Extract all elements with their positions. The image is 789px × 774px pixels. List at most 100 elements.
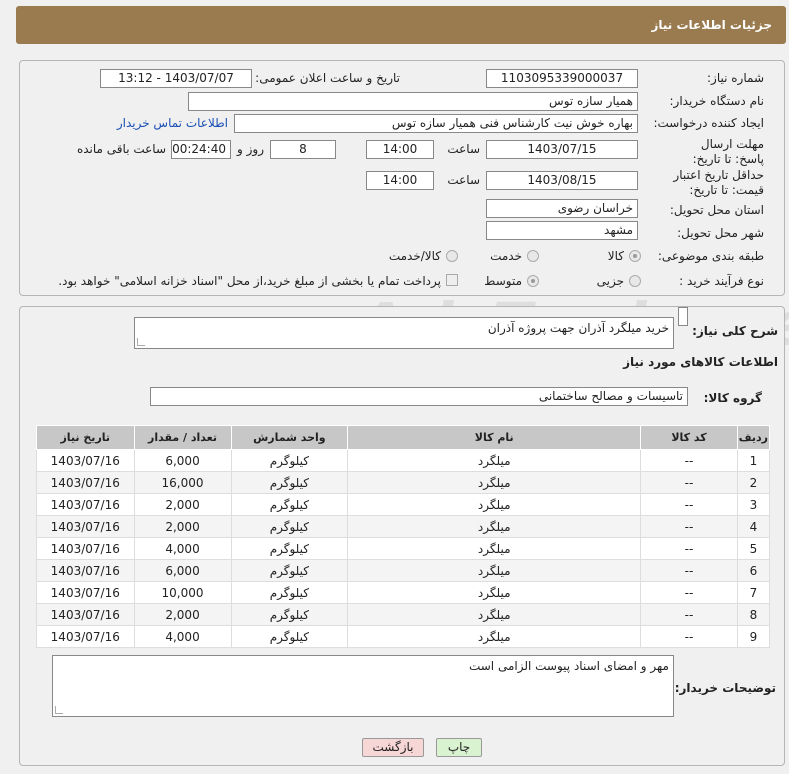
cell-goods-name: میلگرد bbox=[347, 471, 642, 494]
validity-time-field: 14:00 bbox=[366, 171, 434, 190]
cell-unit: کیلوگرم bbox=[230, 537, 349, 560]
page-title: جزئیات اطلاعات نیاز bbox=[651, 18, 772, 32]
cell-goods-code: -- bbox=[640, 493, 738, 516]
cell-goods-code: -- bbox=[640, 471, 738, 494]
cell-unit: کیلوگرم bbox=[230, 625, 349, 648]
cell-quantity: 16,000 bbox=[133, 471, 232, 494]
process-medium-radio[interactable] bbox=[527, 275, 539, 287]
cell-row-number: 6 bbox=[736, 559, 771, 582]
cell-goods-code: -- bbox=[640, 515, 738, 538]
category-goods-radio[interactable] bbox=[629, 250, 641, 262]
cell-row-number: 2 bbox=[736, 471, 771, 494]
remaining-label: ساعت باقی مانده bbox=[76, 142, 166, 156]
goods-panel: شرح کلی نیاز: خرید میلگرد آذران جهت پروژ… bbox=[19, 306, 785, 766]
cell-quantity: 10,000 bbox=[133, 581, 232, 604]
cell-goods-code: -- bbox=[640, 603, 738, 626]
treasury-payment-checkbox[interactable] bbox=[446, 274, 458, 286]
table-row: 7 -- میلگرد کیلوگرم 10,000 1403/07/16 bbox=[36, 581, 771, 604]
category-both-radio[interactable] bbox=[446, 250, 458, 262]
validity-time-label: ساعت bbox=[447, 173, 480, 187]
cell-unit: کیلوگرم bbox=[230, 493, 349, 516]
table-row: 8 -- میلگرد کیلوگرم 2,000 1403/07/16 bbox=[36, 603, 771, 626]
cell-need-date: 1403/07/16 bbox=[36, 537, 135, 560]
table-row: 4 -- میلگرد کیلوگرم 2,000 1403/07/16 bbox=[36, 515, 771, 538]
cell-quantity: 2,000 bbox=[133, 493, 232, 516]
print-button[interactable]: چاپ bbox=[436, 738, 482, 757]
buyer-notes-label: توضیحات خریدار: bbox=[674, 681, 776, 695]
process-partial-radio[interactable] bbox=[629, 275, 641, 287]
cell-unit: کیلوگرم bbox=[230, 449, 349, 472]
table-row: 6 -- میلگرد کیلوگرم 6,000 1403/07/16 bbox=[36, 559, 771, 582]
cell-goods-name: میلگرد bbox=[347, 625, 642, 648]
province-field: خراسان رضوی bbox=[486, 199, 638, 218]
cell-need-date: 1403/07/16 bbox=[36, 493, 135, 516]
col-quantity: تعداد / مقدار bbox=[133, 425, 232, 450]
cell-need-date: 1403/07/16 bbox=[36, 559, 135, 582]
cell-row-number: 4 bbox=[736, 515, 771, 538]
announce-label: تاریخ و ساعت اعلان عمومی: bbox=[255, 71, 400, 85]
cell-need-date: 1403/07/16 bbox=[36, 603, 135, 626]
deadline-label: مهلت ارسال پاسخ: تا تاریخ: bbox=[692, 137, 764, 166]
cell-need-date: 1403/07/16 bbox=[36, 581, 135, 604]
days-label: روز و bbox=[237, 142, 264, 156]
city-field: مشهد bbox=[486, 221, 638, 240]
validity-label: حداقل تاریخ اعتبار قیمت: تا تاریخ: bbox=[673, 168, 764, 197]
table-row: 1 -- میلگرد کیلوگرم 6,000 1403/07/16 bbox=[36, 449, 771, 472]
validity-date-field: 1403/08/15 bbox=[486, 171, 638, 190]
cell-goods-name: میلگرد bbox=[347, 603, 642, 626]
days-field: 8 bbox=[270, 140, 336, 159]
contact-buyer-link[interactable]: اطلاعات تماس خریدار bbox=[117, 116, 228, 130]
cell-goods-code: -- bbox=[640, 625, 738, 648]
cell-quantity: 2,000 bbox=[133, 515, 232, 538]
buyer-org-label: نام دستگاه خریدار: bbox=[669, 94, 765, 108]
province-label: استان محل تحویل: bbox=[669, 203, 764, 217]
cell-row-number: 5 bbox=[736, 537, 771, 560]
city-label: شهر محل تحویل: bbox=[677, 226, 764, 240]
back-button[interactable]: بازگشت bbox=[362, 738, 424, 757]
cell-row-number: 1 bbox=[736, 449, 771, 472]
cell-unit: کیلوگرم bbox=[230, 559, 349, 582]
table-row: 5 -- میلگرد کیلوگرم 4,000 1403/07/16 bbox=[36, 537, 771, 560]
goods-table-header: ردیف کد کالا نام کالا واحد شمارش تعداد /… bbox=[36, 425, 771, 450]
buyer-notes-text: مهر و امضای اسناد پیوست الزامی است bbox=[468, 659, 669, 673]
cell-goods-name: میلگرد bbox=[347, 515, 642, 538]
process-label: نوع فرآیند خرید : bbox=[679, 274, 764, 288]
cell-goods-name: میلگرد bbox=[347, 559, 642, 582]
buyer-org-field: همیار سازه توس bbox=[188, 92, 638, 111]
process-medium-label: متوسط bbox=[484, 274, 522, 288]
deadline-date-field: 1403/07/15 bbox=[486, 140, 638, 159]
cell-goods-name: میلگرد bbox=[347, 537, 642, 560]
cell-need-date: 1403/07/16 bbox=[36, 449, 135, 472]
need-number-label: شماره نیاز: bbox=[707, 71, 764, 85]
cell-unit: کیلوگرم bbox=[230, 581, 349, 604]
goods-info-title: اطلاعات کالاهای مورد نیاز bbox=[623, 355, 778, 369]
cell-goods-name: میلگرد bbox=[347, 449, 642, 472]
cell-unit: کیلوگرم bbox=[230, 603, 349, 626]
table-row: 9 -- میلگرد کیلوگرم 4,000 1403/07/16 bbox=[36, 625, 771, 648]
cell-row-number: 7 bbox=[736, 581, 771, 604]
col-unit: واحد شمارش bbox=[230, 425, 349, 450]
cell-goods-code: -- bbox=[640, 449, 738, 472]
table-row: 2 -- میلگرد کیلوگرم 16,000 1403/07/16 bbox=[36, 471, 771, 494]
remaining-time-field: 00:24:40 bbox=[171, 140, 231, 159]
cell-need-date: 1403/07/16 bbox=[36, 515, 135, 538]
col-need-date: تاریخ نیاز bbox=[36, 425, 135, 450]
summary-label: شرح کلی نیاز: bbox=[692, 324, 778, 338]
cell-unit: کیلوگرم bbox=[230, 471, 349, 494]
category-service-radio[interactable] bbox=[527, 250, 539, 262]
resize-grip-icon[interactable] bbox=[137, 338, 145, 346]
cell-row-number: 3 bbox=[736, 493, 771, 516]
announce-field: 1403/07/07 - 13:12 bbox=[100, 69, 252, 88]
goods-table: ردیف کد کالا نام کالا واحد شمارش تعداد /… bbox=[36, 425, 771, 648]
cell-goods-name: میلگرد bbox=[347, 581, 642, 604]
cell-quantity: 4,000 bbox=[133, 537, 232, 560]
cell-goods-code: -- bbox=[640, 537, 738, 560]
buyer-notes-textarea[interactable]: مهر و امضای اسناد پیوست الزامی است bbox=[52, 655, 674, 717]
cell-need-date: 1403/07/16 bbox=[36, 471, 135, 494]
cell-quantity: 6,000 bbox=[133, 449, 232, 472]
category-service-label: خدمت bbox=[490, 249, 522, 263]
col-name: نام کالا bbox=[347, 425, 642, 450]
goods-group-label: گروه کالا: bbox=[703, 391, 762, 405]
resize-grip-icon[interactable] bbox=[55, 706, 63, 714]
summary-textarea[interactable]: خرید میلگرد آذران جهت پروژه آذران bbox=[134, 317, 674, 349]
